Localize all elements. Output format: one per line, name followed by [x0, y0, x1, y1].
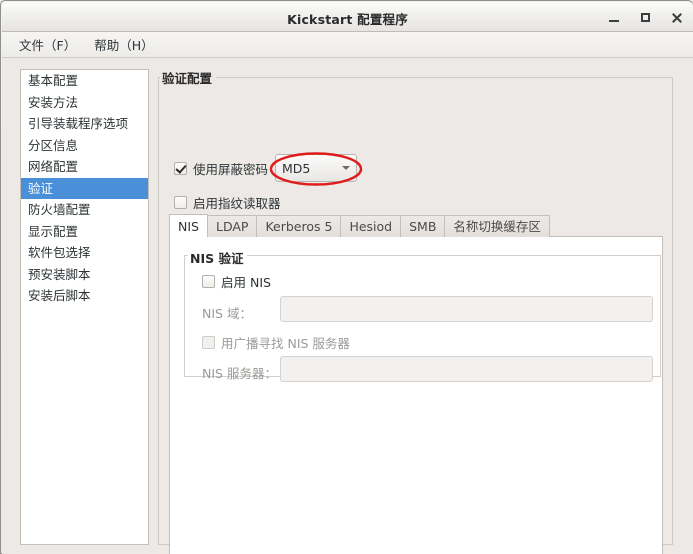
sidebar-item-post-install-script[interactable]: 安装后脚本 [21, 285, 148, 307]
tab-strip: NIS LDAP Kerberos 5 Hesiod SMB 名称切换缓存区 [169, 214, 550, 237]
shadow-password-label: 使用屏蔽密码 [193, 162, 269, 177]
sidebar-item-partition-info[interactable]: 分区信息 [21, 135, 148, 157]
enable-nis-checkbox[interactable] [202, 275, 215, 288]
nis-server-input[interactable] [280, 356, 653, 382]
sidebar-list[interactable]: 基本配置 安装方法 引导装载程序选项 分区信息 网络配置 验证 防火墙配置 显示… [20, 69, 149, 545]
sidebar-item-install-method[interactable]: 安装方法 [21, 92, 148, 114]
shadow-password-checkbox[interactable] [174, 162, 187, 175]
menu-item-help[interactable]: 帮助（H） [85, 32, 162, 57]
tab-nis[interactable]: NIS [169, 214, 208, 237]
nis-domain-input[interactable] [280, 296, 653, 322]
maximize-icon[interactable] [636, 8, 654, 26]
sidebar-item-firewall-config[interactable]: 防火墙配置 [21, 199, 148, 221]
minimize-icon[interactable] [605, 8, 623, 26]
fingerprint-reader-row[interactable]: 启用指纹读取器 [174, 193, 281, 212]
sidebar-item-bootloader-options[interactable]: 引导装载程序选项 [21, 113, 148, 135]
tab-smb[interactable]: SMB [401, 215, 446, 237]
sidebar-item-display-config[interactable]: 显示配置 [21, 221, 148, 243]
application-window: Kickstart 配置程序 文件（F） 帮助（H） 基本配置 安装方法 引导装… [0, 0, 693, 554]
window-controls [605, 2, 685, 32]
tab-hesiod[interactable]: Hesiod [341, 215, 402, 237]
close-icon[interactable] [667, 8, 685, 26]
nis-broadcast-checkbox[interactable] [202, 336, 215, 349]
window-title: Kickstart 配置程序 [287, 12, 408, 27]
sidebar-item-package-selection[interactable]: 软件包选择 [21, 242, 148, 264]
auth-notebook: NIS LDAP Kerberos 5 Hesiod SMB 名称切换缓存区 N… [169, 214, 663, 554]
nis-broadcast-row[interactable]: 用广播寻找 NIS 服务器 [202, 333, 350, 352]
menu-item-file[interactable]: 文件（F） [10, 32, 85, 57]
tab-kerberos5[interactable]: Kerberos 5 [257, 215, 342, 237]
content-area: 基本配置 安装方法 引导装载程序选项 分区信息 网络配置 验证 防火墙配置 显示… [2, 58, 693, 554]
nis-broadcast-label: 用广播寻找 NIS 服务器 [221, 336, 350, 351]
window-frame: Kickstart 配置程序 文件（F） 帮助（H） 基本配置 安装方法 引导装… [0, 0, 693, 554]
nis-auth-group: NIS 验证 启用 NIS NIS 域： 用广播寻找 NIS 服务器 NIS 服… [184, 248, 661, 382]
hash-algorithm-value: MD5 [282, 160, 311, 176]
tab-name-switch-cache[interactable]: 名称切换缓存区 [445, 215, 550, 237]
group-title: 验证配置 [160, 68, 217, 87]
nis-group-title: NIS 验证 [188, 248, 248, 267]
menu-bar: 文件（F） 帮助（H） [2, 32, 693, 58]
sidebar-item-pre-install-script[interactable]: 预安装脚本 [21, 264, 148, 286]
title-bar: Kickstart 配置程序 [2, 2, 693, 32]
tab-page-nis: NIS 验证 启用 NIS NIS 域： 用广播寻找 NIS 服务器 NIS 服… [169, 236, 663, 554]
fingerprint-reader-checkbox[interactable] [174, 196, 187, 209]
fingerprint-reader-label: 启用指纹读取器 [193, 196, 281, 211]
enable-nis-label: 启用 NIS [221, 275, 271, 290]
chevron-down-icon [342, 166, 350, 170]
enable-nis-row[interactable]: 启用 NIS [202, 272, 271, 291]
nis-server-label: NIS 服务器： [202, 366, 277, 381]
hash-algorithm-combobox[interactable]: MD5 [275, 154, 357, 182]
sidebar-item-authentication[interactable]: 验证 [21, 177, 148, 199]
shadow-password-row[interactable]: 使用屏蔽密码 [174, 159, 268, 178]
tab-ldap[interactable]: LDAP [207, 215, 258, 237]
sidebar-item-network-config[interactable]: 网络配置 [21, 156, 148, 178]
nis-domain-label: NIS 域： [202, 306, 252, 321]
sidebar-item-basic-config[interactable]: 基本配置 [21, 70, 148, 92]
